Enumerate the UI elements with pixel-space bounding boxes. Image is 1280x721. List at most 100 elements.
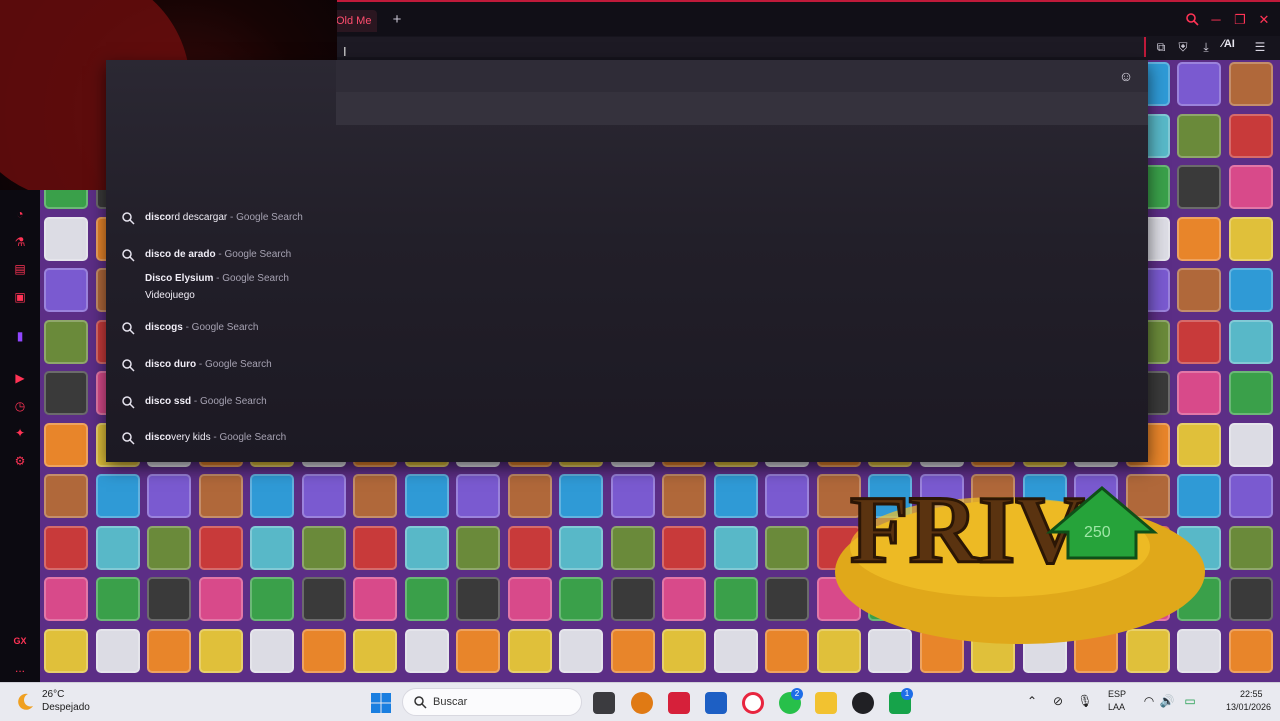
game-tile[interactable] — [1228, 62, 1273, 106]
game-tile[interactable] — [713, 474, 758, 518]
task-view-icon[interactable] — [593, 692, 615, 714]
game-tile[interactable] — [1177, 216, 1221, 261]
game-tile[interactable] — [765, 525, 809, 570]
game-tile[interactable] — [713, 628, 758, 673]
game-tile[interactable] — [404, 628, 449, 673]
sidebar-more-button[interactable]: ... — [12, 660, 28, 676]
game-tile[interactable] — [44, 525, 88, 570]
game-tile[interactable] — [610, 525, 655, 570]
minimize-icon[interactable]: ─ — [1208, 12, 1224, 28]
game-tile[interactable] — [44, 577, 88, 621]
game-tile[interactable] — [1228, 319, 1273, 364]
game-tile[interactable] — [662, 525, 706, 570]
game-tile[interactable] — [250, 628, 294, 673]
game-tile[interactable] — [44, 628, 88, 673]
file-explorer-icon[interactable] — [815, 692, 837, 714]
game-tile[interactable] — [713, 577, 758, 621]
game-tile[interactable] — [44, 371, 88, 415]
game-tile[interactable] — [1228, 577, 1273, 621]
opera-gx-app-icon[interactable] — [742, 692, 764, 714]
game-tile[interactable] — [250, 525, 294, 570]
game-tile[interactable] — [1228, 113, 1273, 158]
network-off-icon[interactable]: ⊘ — [1050, 694, 1066, 708]
volume-icon[interactable]: 🔊 — [1159, 694, 1175, 708]
game-tile[interactable] — [610, 628, 655, 673]
suggestion-item[interactable]: discogs - Google Search — [106, 314, 706, 344]
tab-active[interactable]: Old Me — [332, 10, 378, 32]
suggestion-item[interactable]: disco ssd - Google Search — [106, 388, 706, 418]
download-icon[interactable]: ⤓ — [1197, 39, 1215, 55]
game-tile[interactable] — [559, 628, 603, 673]
game-tile[interactable] — [456, 628, 500, 673]
game-tile[interactable] — [507, 577, 552, 621]
game-tile[interactable] — [301, 474, 346, 518]
game-tile[interactable] — [507, 474, 552, 518]
game-tile[interactable] — [456, 577, 500, 621]
game-tile[interactable] — [456, 474, 500, 518]
game-tile[interactable] — [559, 474, 603, 518]
game-tile[interactable] — [713, 525, 758, 570]
player-icon[interactable]: ▶ — [12, 370, 28, 386]
game-tile[interactable] — [301, 577, 346, 621]
game-tile[interactable] — [559, 525, 603, 570]
game-tile[interactable] — [765, 628, 809, 673]
game-tile[interactable] — [147, 474, 191, 518]
microphone-icon[interactable]: 🎙 — [1077, 694, 1093, 708]
game-tile[interactable] — [765, 577, 809, 621]
game-tile[interactable] — [301, 525, 346, 570]
clock-time[interactable]: 22:55 — [1240, 689, 1263, 699]
game-tile[interactable] — [1228, 216, 1273, 261]
battery-icon[interactable]: ▭ — [1182, 694, 1198, 708]
game-tile[interactable] — [44, 216, 88, 261]
weather-description[interactable]: Despejado — [42, 702, 90, 713]
game-tile[interactable] — [198, 577, 243, 621]
game-tile[interactable] — [1177, 371, 1221, 415]
game-tile[interactable] — [507, 525, 552, 570]
windows-start-icon[interactable] — [370, 692, 392, 714]
game-tile[interactable] — [147, 577, 191, 621]
suggestion-item[interactable]: discord descargar - Google Search — [106, 204, 706, 234]
game-tile[interactable] — [610, 474, 655, 518]
game-tile[interactable] — [404, 525, 449, 570]
game-tile[interactable] — [250, 577, 294, 621]
suggestion-item[interactable]: discovery kids - Google Search — [106, 424, 706, 454]
game-tile[interactable] — [44, 319, 88, 364]
close-icon[interactable]: ✕ — [1256, 12, 1272, 28]
game-tile[interactable] — [1177, 268, 1221, 312]
gx-logo-icon[interactable]: GX — [12, 633, 28, 649]
game-tile[interactable] — [198, 628, 243, 673]
xbox-app-icon[interactable]: 1 — [889, 688, 913, 714]
store-app-icon[interactable] — [705, 692, 727, 714]
game-tile[interactable] — [353, 577, 397, 621]
url-input[interactable] — [336, 37, 1146, 57]
messenger-icon[interactable]: ▣ — [12, 289, 28, 305]
game-tile[interactable] — [1177, 165, 1221, 209]
game-tile[interactable] — [662, 628, 706, 673]
gx-cleaner-icon[interactable]: ⚗ — [12, 234, 28, 250]
menu-icon[interactable]: ☰ — [1251, 39, 1269, 55]
recorder-app-icon[interactable] — [668, 692, 690, 714]
game-tile[interactable] — [1228, 628, 1273, 673]
extensions-icon[interactable]: ⧉ — [1152, 39, 1170, 55]
game-tile[interactable] — [353, 628, 397, 673]
game-tile[interactable] — [662, 474, 706, 518]
new-tab-button[interactable]: + — [388, 11, 406, 29]
history-icon[interactable]: ◷ — [12, 398, 28, 414]
game-tile[interactable] — [1177, 62, 1221, 106]
language-indicator[interactable]: ESP — [1108, 689, 1126, 699]
keyboard-layout-indicator[interactable]: LAA — [1108, 702, 1125, 712]
game-tile[interactable] — [1228, 474, 1273, 518]
gx-control-icon[interactable]: ◔ — [12, 206, 28, 222]
blender-app-icon[interactable] — [631, 692, 653, 714]
game-tile[interactable] — [95, 525, 140, 570]
game-tile[interactable] — [1228, 422, 1273, 467]
game-tile[interactable] — [507, 628, 552, 673]
extensions-sidebar-icon[interactable]: ✦ — [12, 425, 28, 441]
settings-icon[interactable]: ⚙ — [12, 453, 28, 469]
weather-temperature[interactable]: 26°C — [42, 689, 64, 700]
game-tile[interactable] — [353, 525, 397, 570]
maximize-icon[interactable]: ❐ — [1232, 12, 1248, 28]
search-tabs-icon[interactable] — [1184, 12, 1200, 28]
game-tile[interactable] — [1228, 165, 1273, 209]
game-tile[interactable] — [95, 577, 140, 621]
